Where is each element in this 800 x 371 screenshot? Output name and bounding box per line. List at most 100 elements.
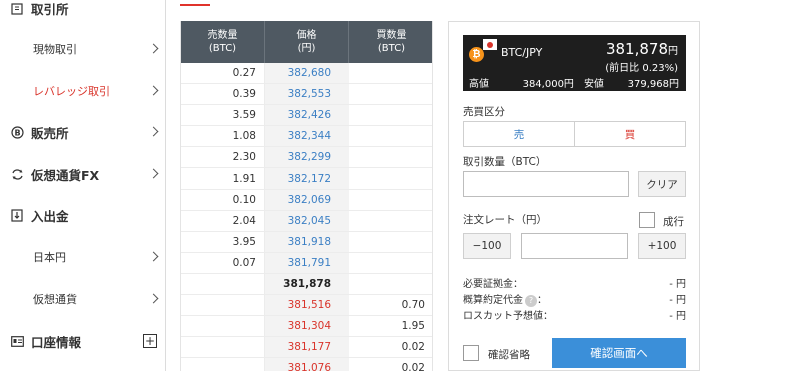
sidebar-item-fx[interactable]: 仮想通貨FX: [0, 163, 166, 185]
help-icon[interactable]: ?: [525, 295, 537, 307]
bid-price[interactable]: 381,076: [265, 358, 349, 371]
building-icon: [10, 2, 24, 16]
rate-label: 注文レート（円）: [463, 214, 547, 226]
sidebar-item-label: レバレッジ取引: [33, 85, 110, 98]
header-unit: (円): [297, 43, 316, 54]
bid-price[interactable]: 381,177: [265, 337, 349, 358]
ask-qty: 3.95: [181, 231, 265, 252]
chevron-right-icon: [148, 168, 159, 179]
sidebar-item-exchange[interactable]: 取引所: [0, 0, 166, 22]
order-book-header: 売数量 (BTC) 価格 (円) 買数量 (BTC): [181, 21, 432, 63]
low-value: 379,968円: [627, 79, 679, 90]
losscut-label: ロスカット予想値：: [463, 311, 553, 322]
sell-tab[interactable]: 売: [464, 122, 575, 146]
ask-row[interactable]: 0.39 382,553: [181, 84, 432, 106]
ask-row[interactable]: 0.10 382,069: [181, 189, 432, 211]
ask-qty: 1.08: [181, 126, 265, 147]
market-order-checkbox[interactable]: [639, 212, 655, 228]
price-change: (前日比 0.23%): [605, 63, 678, 74]
ask-row[interactable]: 1.08 382,344: [181, 126, 432, 148]
ask-row[interactable]: 3.59 382,426: [181, 105, 432, 127]
skip-confirm-label: 確認省略: [488, 349, 530, 361]
currency-pair: BTC/JPY: [501, 46, 543, 59]
estimated-amount-text: 概算約定代金: [463, 295, 523, 306]
ask-price[interactable]: 382,553: [265, 84, 349, 105]
estimated-amount-row: 概算約定代金?： - 円: [463, 291, 686, 307]
estimated-amount-value: - 円: [669, 295, 686, 306]
empty-cell: [349, 232, 432, 252]
bid-row[interactable]: 381,516 0.70: [181, 295, 432, 317]
deposit-icon: [10, 208, 24, 222]
empty-cell: [349, 253, 432, 273]
rate-input[interactable]: [521, 233, 628, 259]
clear-button[interactable]: クリア: [638, 171, 686, 197]
ask-row[interactable]: 2.30 382,299: [181, 147, 432, 169]
id-card-icon: [10, 334, 24, 348]
col-sell-qty: 売数量 (BTC): [181, 21, 265, 63]
ask-price[interactable]: 381,918: [265, 231, 349, 252]
bid-qty: 0.70: [349, 295, 432, 315]
ask-price[interactable]: 382,426: [265, 105, 349, 126]
confirm-button[interactable]: 確認画面へ: [552, 338, 686, 368]
bid-price[interactable]: 381,304: [265, 316, 349, 337]
header-unit: (BTC): [377, 43, 406, 54]
sidebar-item-account[interactable]: 口座情報 +: [0, 330, 166, 352]
rate-plus-button[interactable]: +100: [638, 233, 686, 259]
ask-qty: 1.91: [181, 168, 265, 189]
svg-text:B: B: [14, 128, 20, 137]
mid-price[interactable]: 381,878: [265, 273, 349, 295]
high-value: 384,000円: [522, 79, 574, 90]
chevron-right-icon: [148, 85, 159, 96]
rate-minus-button[interactable]: −100: [463, 233, 511, 259]
bid-row[interactable]: 381,076 0.02: [181, 358, 432, 371]
empty-cell: [349, 211, 432, 231]
buy-tab[interactable]: 買: [575, 122, 685, 146]
bid-qty: 1.95: [349, 316, 432, 336]
chevron-right-icon: [148, 43, 159, 54]
japan-flag-icon: [483, 39, 497, 50]
ask-row[interactable]: 0.07 381,791: [181, 252, 432, 274]
bid-row[interactable]: 381,177 0.02: [181, 337, 432, 359]
ask-row[interactable]: 0.27 382,680: [181, 63, 432, 85]
bid-price[interactable]: 381,516: [265, 295, 349, 316]
skip-confirm-checkbox[interactable]: [463, 345, 479, 361]
ask-qty: 0.07: [181, 252, 265, 273]
ask-price[interactable]: 382,299: [265, 147, 349, 168]
ask-row[interactable]: 2.04 382,045: [181, 210, 432, 232]
quantity-input[interactable]: [463, 171, 629, 197]
col-buy-qty: 買数量 (BTC): [349, 21, 432, 63]
price-unit: 円: [668, 46, 678, 57]
sidebar-item-sales[interactable]: B 販売所: [0, 121, 166, 143]
ask-row[interactable]: 3.95 381,918: [181, 231, 432, 253]
empty-cell: [349, 105, 432, 125]
ask-price[interactable]: 382,069: [265, 189, 349, 210]
sidebar-item-leverage[interactable]: レバレッジ取引: [0, 80, 166, 102]
sidebar-item-deposit[interactable]: 入出金: [0, 204, 166, 226]
sidebar-item-spot[interactable]: 現物取引: [0, 38, 166, 60]
expand-plus-icon[interactable]: +: [143, 334, 157, 348]
ask-price[interactable]: 382,344: [265, 126, 349, 147]
sidebar-item-crypto[interactable]: 仮想通貨: [0, 288, 166, 310]
ask-price[interactable]: 381,791: [265, 252, 349, 273]
bid-row[interactable]: 381,304 1.95: [181, 316, 432, 338]
ask-qty: 2.30: [181, 147, 265, 168]
chevron-right-icon: [148, 293, 159, 304]
sidebar: 取引所 現物取引 レバレッジ取引 B 販売所 仮想通貨FX 入出金 日本円 仮想…: [0, 0, 166, 371]
ask-price[interactable]: 382,680: [265, 63, 349, 84]
estimated-amount-label: 概算約定代金?：: [463, 291, 547, 307]
empty-cell: [181, 316, 265, 337]
sidebar-item-label: 現物取引: [33, 43, 77, 56]
required-margin-label: 必要証拠金：: [463, 279, 523, 290]
header-label: 売数量: [207, 30, 238, 41]
bid-qty: 0.02: [349, 358, 432, 371]
quantity-label: 取引数量（BTC）: [463, 156, 547, 168]
low-label: 安値: [583, 79, 604, 90]
sidebar-item-jpy[interactable]: 日本円: [0, 246, 166, 268]
ask-price[interactable]: 382,172: [265, 168, 349, 189]
header-label: 価格: [296, 30, 317, 41]
order-panel: ₿ BTC/JPY 381,878円 (前日比 0.23%) 高値 384,00…: [448, 21, 700, 371]
bid-qty: 0.02: [349, 337, 432, 357]
losscut-value: - 円: [669, 311, 686, 322]
ask-price[interactable]: 382,045: [265, 210, 349, 231]
ask-row[interactable]: 1.91 382,172: [181, 168, 432, 190]
